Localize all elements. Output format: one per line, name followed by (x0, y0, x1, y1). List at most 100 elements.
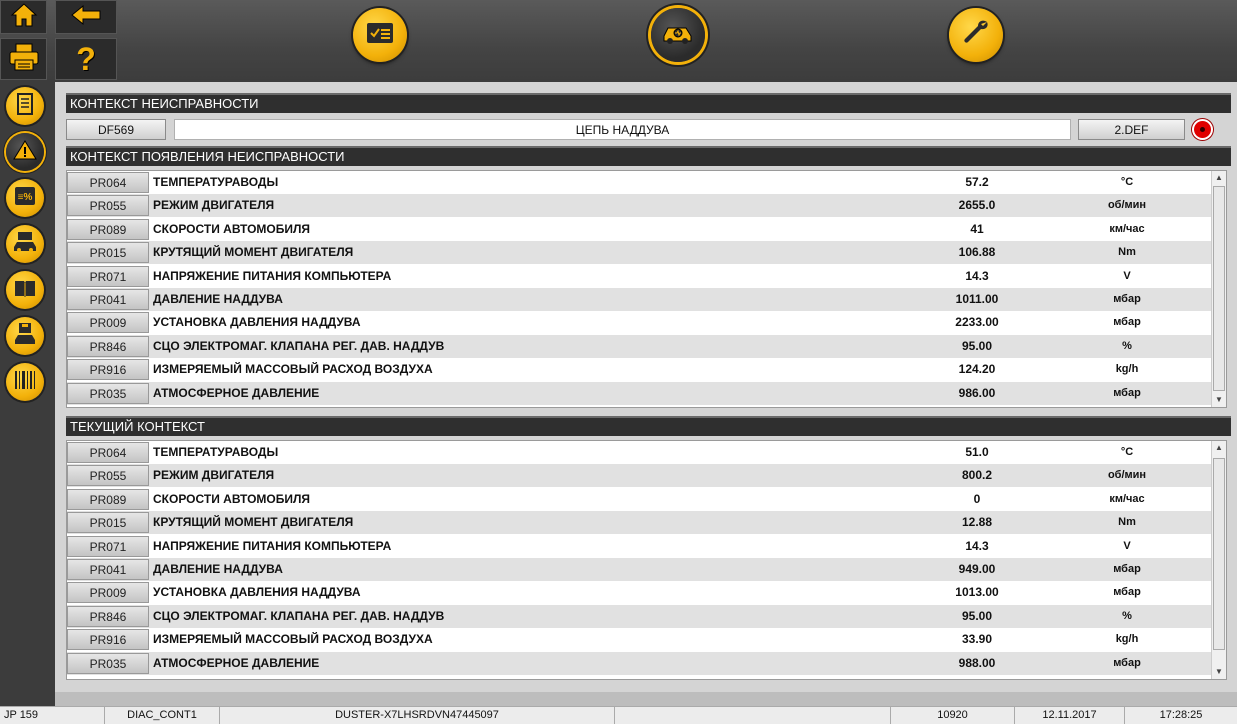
checklist-button[interactable] (353, 8, 407, 62)
scroll-down-icon[interactable]: ▼ (1212, 665, 1226, 679)
parameters-percent-icon: ≡% (14, 186, 36, 211)
parameter-value: 1013.00 (955, 585, 999, 600)
parameter-code-button[interactable]: PR015 (67, 242, 149, 264)
table-row[interactable]: PR055 РЕЖИМ ДВИГАТЕЛЯ 800.2 об/мин (67, 464, 1213, 488)
table-row[interactable]: PR916 ИЗМЕРЯЕМЫЙ МАССОВЫЙ РАСХОД ВОЗДУХА 1… (67, 358, 1213, 382)
left-sidebar: ≡% (0, 82, 55, 706)
parameter-unit: °C (1120, 176, 1134, 188)
barcode-icon (13, 369, 37, 396)
parameter-value: 41 (970, 221, 984, 236)
parameter-code-button[interactable]: PR089 (67, 218, 149, 240)
home-button[interactable] (0, 0, 47, 34)
table-row[interactable]: PR015 КРУТЯЩИЙ МОМЕНТ ДВИГАТЕЛЯ 106.88 Nm (67, 241, 1213, 265)
sidebar-document-button[interactable] (6, 87, 44, 125)
fault-code-button[interactable]: DF569 (66, 119, 166, 140)
table-row[interactable]: PR035 АТМОСФЕРНОЕ ДАВЛЕНИЕ 988.00 мбар (67, 651, 1213, 675)
table-row[interactable]: PR041 ДАВЛЕНИЕ НАДДУВА 1011.00 мбар (67, 288, 1213, 311)
table-row[interactable]: PR035 АТМОСФЕРНОЕ ДАВЛЕНИЕ 986.00 мбар (67, 381, 1213, 405)
main-content: КОНТЕКСТ НЕИСПРАВНОСТИ DF569 ЦЕПЬ НАДДУВ… (55, 82, 1237, 692)
parameter-code-button[interactable]: PR015 (67, 512, 149, 534)
parameter-name: ИЗМЕРЯЕМЫЙ МАССОВЫЙ РАСХОД ВОЗДУХА (153, 632, 433, 647)
table-row[interactable]: PR846 СЦО ЭЛЕКТРОМАГ. КЛАПАНА РЕГ. ДАВ. Н… (67, 334, 1213, 358)
parameter-code-button[interactable]: PR041 (67, 559, 149, 580)
parameter-unit: об/мин (1107, 199, 1147, 212)
sidebar-save-button[interactable] (6, 317, 44, 355)
parameter-code-button[interactable]: PR009 (67, 582, 149, 604)
sidebar-manual-button[interactable] (6, 271, 44, 309)
table-row[interactable]: PR009 УСТАНОВКА ДАВЛЕНИЯ НАДДУВА 2233.00 мб… (67, 311, 1213, 335)
parameter-unit: мбар (1113, 316, 1141, 329)
parameter-code-button[interactable]: PR064 (67, 442, 149, 463)
wrench-icon (960, 17, 992, 54)
scroll-up-icon[interactable]: ▲ (1212, 171, 1226, 185)
sidebar-ecu-button[interactable] (6, 225, 44, 263)
parameter-name: СЦО ЭЛЕКТРОМАГ. КЛАПАНА РЕГ. ДАВ. НАДДУВ (153, 608, 445, 623)
parameter-unit: км/час (1109, 492, 1145, 505)
table-row[interactable]: PR015 КРУТЯЩИЙ МОМЕНТ ДВИГАТЕЛЯ 12.88 Nm (67, 511, 1213, 535)
fault-status-button[interactable]: 2.DEF (1078, 119, 1185, 140)
parameter-code-button[interactable]: PR035 (67, 652, 149, 674)
scroll-thumb[interactable] (1213, 458, 1225, 650)
fault-indicator-icon (1192, 119, 1213, 140)
table-row[interactable]: PR064 ТЕМПЕРАТУРАВОДЫ 51.0 °C (67, 441, 1213, 464)
table-row[interactable]: PR009 УСТАНОВКА ДАВЛЕНИЯ НАДДУВА 1013.00 мб… (67, 581, 1213, 605)
parameter-name: АТМОСФЕРНОЕ ДАВЛЕНИЕ (153, 385, 320, 400)
parameter-value: 14.3 (965, 538, 989, 553)
parameter-name: СЦО ЭЛЕКТРОМАГ. КЛАПАНА РЕГ. ДАВ. НАДДУВ (153, 338, 445, 353)
print-button[interactable] (0, 38, 47, 80)
appearance-scrollbar[interactable]: ▲ ▼ (1211, 171, 1226, 407)
table-row[interactable]: PR916 ИЗМЕРЯЕМЫЙ МАССОВЫЙ РАСХОД ВОЗДУХА 3… (67, 628, 1213, 652)
sidebar-barcode-button[interactable] (6, 363, 44, 401)
parameter-name: НАПРЯЖЕНИЕ ПИТАНИЯ КОМПЬЮТЕРА (153, 268, 392, 283)
parameter-value: 986.00 (958, 385, 996, 400)
sidebar-parameters-button[interactable]: ≡% (6, 179, 44, 217)
parameter-code-button[interactable]: PR055 (67, 195, 149, 217)
table-row[interactable]: PR846 СЦО ЭЛЕКТРОМАГ. КЛАПАНА РЕГ. ДАВ. Н… (67, 604, 1213, 628)
parameter-unit: об/мин (1107, 469, 1147, 482)
parameter-unit: Nm (1118, 246, 1136, 259)
table-row[interactable]: PR041 ДАВЛЕНИЕ НАДДУВА 949.00 мбар (67, 558, 1213, 581)
parameter-code-button[interactable]: PR846 (67, 335, 149, 357)
parameter-code-button[interactable]: PR846 (67, 605, 149, 627)
parameter-unit: °C (1120, 446, 1134, 458)
parameter-code-button[interactable]: PR071 (67, 265, 149, 287)
car-diagnostic-button[interactable] (651, 8, 705, 62)
help-button[interactable]: ? (55, 38, 117, 80)
parameter-unit: мбар (1113, 293, 1141, 305)
sidebar-fault-button[interactable] (6, 133, 44, 171)
parameter-name: СКОРОСТИ АВТОМОБИЛЯ (153, 491, 311, 506)
parameter-code-button[interactable]: PR916 (67, 629, 149, 651)
parameter-name: ДАВЛЕНИЕ НАДДУВА (153, 292, 283, 306)
parameter-value: 33.90 (961, 632, 993, 647)
parameter-unit: мбар (1113, 656, 1141, 669)
table-row[interactable]: PR064 ТЕМПЕРАТУРАВОДЫ 57.2 °C (67, 171, 1213, 194)
scroll-thumb[interactable] (1213, 186, 1225, 391)
wrench-button[interactable] (949, 8, 1003, 62)
back-button[interactable] (55, 0, 117, 34)
table-row[interactable]: PR071 НАПРЯЖЕНИЕ ПИТАНИЯ КОМПЬЮТЕРА 14.3 V (67, 264, 1213, 288)
parameter-code-button[interactable]: PR041 (67, 289, 149, 310)
scroll-up-icon[interactable]: ▲ (1212, 441, 1226, 455)
table-row[interactable]: PR071 НАПРЯЖЕНИЕ ПИТАНИЯ КОМПЬЮТЕРА 14.3 V (67, 534, 1213, 558)
table-row[interactable]: PR055 РЕЖИМ ДВИГАТЕЛЯ 2655.0 об/мин (67, 194, 1213, 218)
parameter-unit: kg/h (1115, 363, 1139, 376)
parameter-code-button[interactable]: PR055 (67, 465, 149, 487)
fault-description: ЦЕПЬ НАДДУВА (174, 119, 1071, 140)
svg-text:≡%: ≡% (18, 192, 33, 203)
parameter-code-button[interactable]: PR035 (67, 382, 149, 404)
table-row[interactable]: PR089 СКОРОСТИ АВТОМОБИЛЯ 0 км/час (67, 487, 1213, 511)
parameter-code-button[interactable]: PR071 (67, 535, 149, 557)
current-scrollbar[interactable]: ▲ ▼ (1211, 441, 1226, 679)
scroll-down-icon[interactable]: ▼ (1212, 393, 1226, 407)
parameter-code-button[interactable]: PR089 (67, 488, 149, 510)
parameter-unit: мбар (1113, 586, 1141, 599)
table-row[interactable]: PR089 СКОРОСТИ АВТОМОБИЛЯ 41 км/час (67, 217, 1213, 241)
parameter-code-button[interactable]: PR064 (67, 172, 149, 193)
checklist-icon (365, 21, 395, 50)
parameter-unit: V (1123, 269, 1131, 282)
parameter-value: 800.2 (961, 468, 993, 483)
parameter-code-button[interactable]: PR009 (67, 312, 149, 334)
parameter-code-button[interactable]: PR916 (67, 359, 149, 381)
status-number: 10920 (890, 707, 1015, 724)
parameter-name: ИЗМЕРЯЕМЫЙ МАССОВЫЙ РАСХОД ВОЗДУХА (153, 362, 433, 377)
